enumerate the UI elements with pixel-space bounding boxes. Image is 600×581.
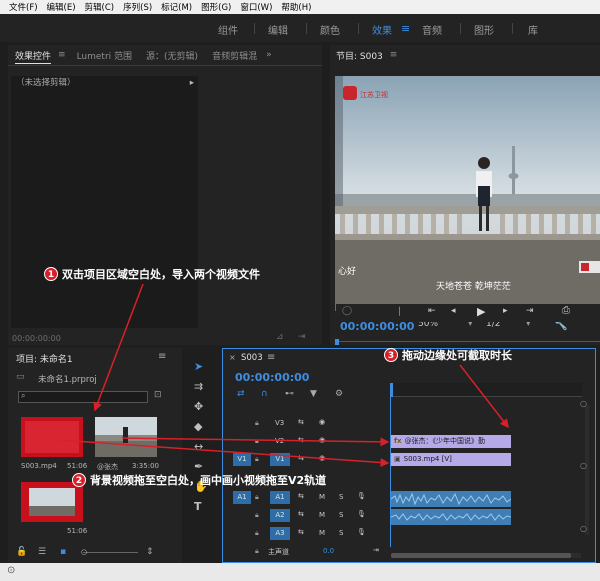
annotation-text: 背景视频拖至空白处，画中画小视频拖至V2轨道 (90, 474, 327, 487)
status-bar: ⊙ (0, 563, 600, 581)
status-icon: ⊙ (7, 565, 16, 576)
annotation-arrows (59, 283, 509, 467)
annotation-text: 拖动边缘处可截取时长 (402, 349, 512, 362)
annotation-step-2: 2 背景视频拖至空白处，画中画小视频拖至V2轨道 (72, 472, 326, 488)
step-number-badge: 1 (44, 267, 58, 281)
step-number-badge: 2 (72, 473, 86, 487)
step-number-badge: 3 (384, 348, 398, 362)
annotation-text: 双击项目区域空白处，导入两个视频文件 (62, 268, 260, 281)
annotation-step-1: 1 双击项目区域空白处，导入两个视频文件 (44, 266, 260, 282)
annotation-step-3: 3 拖动边缘处可截取时长 (384, 347, 512, 363)
